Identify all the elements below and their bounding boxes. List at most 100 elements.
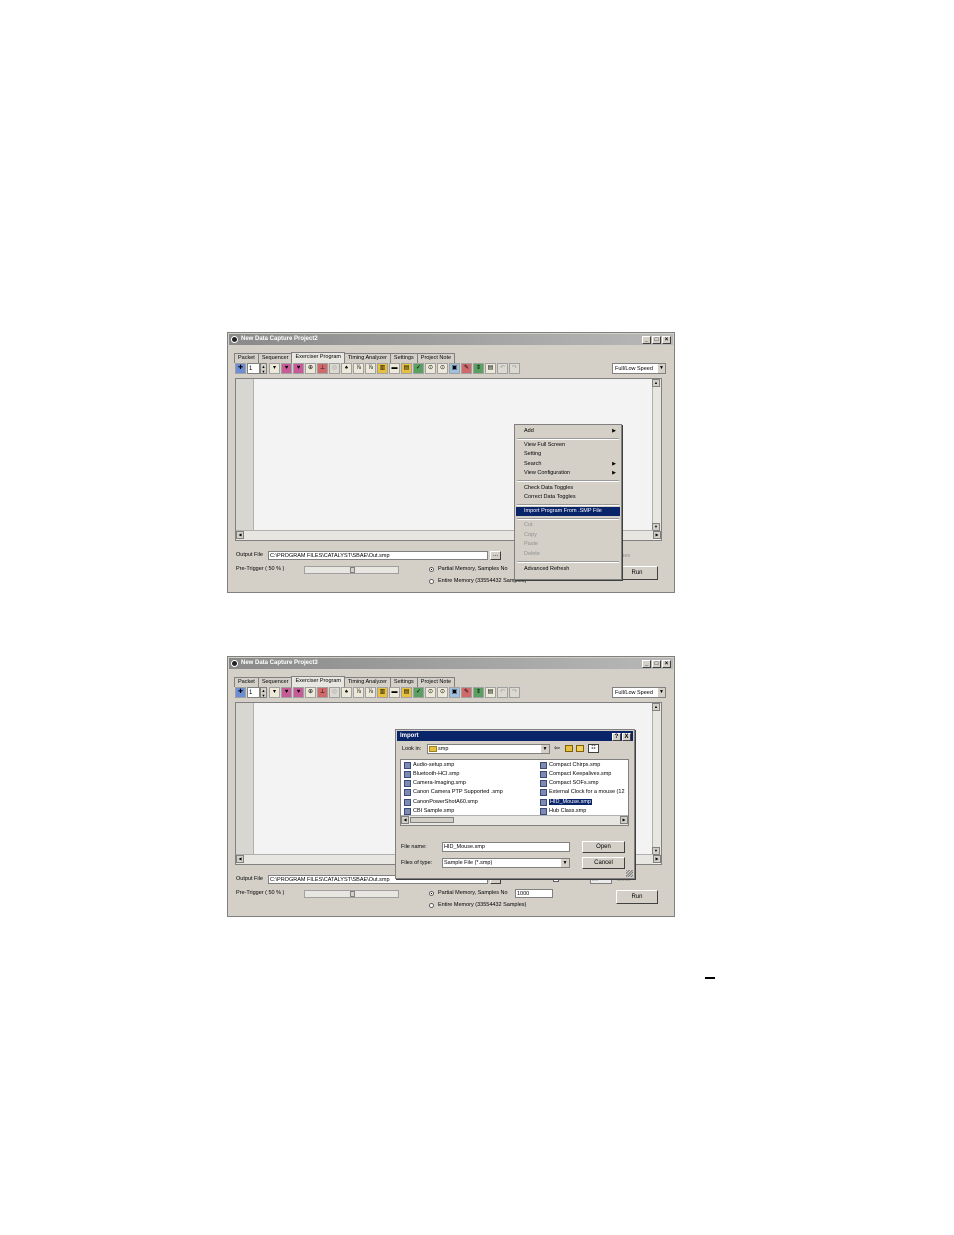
- file-item[interactable]: External Clock for a mouse (12: [539, 788, 625, 797]
- file-list-scrollbar[interactable]: ◀ ▶: [401, 815, 628, 825]
- pre-trigger-slider[interactable]: [304, 566, 399, 574]
- menu-item-cut[interactable]: Cut: [516, 521, 620, 530]
- data-icon[interactable]: ♥: [293, 363, 304, 374]
- find-icon[interactable]: ♠: [341, 363, 352, 374]
- tab-exerciser-program[interactable]: Exerciser Program: [291, 676, 345, 687]
- menu-item-search[interactable]: Search ▶: [516, 460, 620, 469]
- scroll-left-icon[interactable]: ◀: [401, 816, 409, 824]
- vertical-scrollbar[interactable]: ▲ ▼: [652, 703, 661, 855]
- folder-open-icon[interactable]: ▬: [389, 363, 400, 374]
- redo-icon[interactable]: ↷: [509, 363, 520, 374]
- file-item-selected[interactable]: HID_Mouse.smp: [539, 798, 592, 807]
- close-icon[interactable]: X: [622, 733, 631, 741]
- report-icon[interactable]: ▤: [485, 363, 496, 374]
- minimize-icon[interactable]: _: [642, 336, 651, 344]
- cancel-button[interactable]: Cancel: [582, 857, 625, 869]
- reset-icon[interactable]: ⊥: [317, 687, 328, 698]
- file-list[interactable]: Audio-setup.smp Bluetooth-HCI.smp Camera…: [400, 759, 629, 826]
- token-icon[interactable]: ♥: [281, 687, 292, 698]
- zoom-in-icon[interactable]: ⊙: [425, 687, 436, 698]
- report-icon[interactable]: ▤: [485, 687, 496, 698]
- speed-select[interactable]: Full/Low Speed ▼: [612, 687, 666, 698]
- count-spinner[interactable]: 1: [247, 363, 260, 374]
- menu-item-import-program[interactable]: Import Program From .SMP File: [516, 507, 620, 516]
- find-icon[interactable]: ♠: [341, 687, 352, 698]
- resize-grip-icon[interactable]: [626, 870, 633, 877]
- entire-memory-radio[interactable]: [429, 903, 434, 908]
- tab-packet[interactable]: Packet: [234, 677, 259, 687]
- scroll-thumb[interactable]: [410, 817, 454, 823]
- data-icon[interactable]: ♥: [293, 687, 304, 698]
- file-item[interactable]: Compact SOFs.smp: [539, 779, 599, 788]
- script-icon[interactable]: ▤: [401, 687, 412, 698]
- tab-project-note[interactable]: Project Note: [416, 677, 456, 687]
- window-icon[interactable]: ▣: [449, 687, 460, 698]
- help-icon[interactable]: ?: [612, 733, 621, 741]
- window-icon[interactable]: ▣: [449, 363, 460, 374]
- scroll-down-icon[interactable]: ▼: [652, 847, 660, 855]
- file-item[interactable]: CanonPowerShotA60.smp: [403, 798, 478, 807]
- menu-item-add[interactable]: Add ▶: [516, 427, 620, 436]
- handshake-icon[interactable]: ⊕: [305, 363, 316, 374]
- run-button[interactable]: Run: [616, 890, 658, 904]
- tab-timing-analyzer[interactable]: Timing Analyzer: [343, 677, 391, 687]
- zoom-out-icon[interactable]: ⊙: [437, 687, 448, 698]
- scroll-down-icon[interactable]: ▼: [652, 523, 660, 531]
- up-folder-icon[interactable]: [565, 745, 573, 752]
- close-icon[interactable]: ×: [662, 336, 671, 344]
- reset-icon[interactable]: ⊥: [317, 363, 328, 374]
- scroll-right-icon[interactable]: ▶: [653, 531, 661, 539]
- back-icon[interactable]: ⇦: [554, 744, 560, 754]
- files-of-type-select[interactable]: Sample File (*.smp) ▼: [442, 858, 570, 868]
- tab-packet[interactable]: Packet: [234, 353, 259, 363]
- undo-icon[interactable]: ↶: [497, 687, 508, 698]
- slider-thumb[interactable]: [350, 891, 355, 897]
- vertical-scrollbar[interactable]: ▲ ▼: [652, 379, 661, 531]
- tab-sequencer[interactable]: Sequencer: [257, 353, 293, 363]
- maximize-icon[interactable]: □: [652, 660, 661, 668]
- maximize-icon[interactable]: □: [652, 336, 661, 344]
- close-icon[interactable]: ×: [662, 660, 671, 668]
- move-down-icon[interactable]: ▾: [269, 363, 280, 374]
- book-icon[interactable]: ▥: [377, 687, 388, 698]
- scroll-left-icon[interactable]: ◀: [236, 855, 244, 863]
- script-icon[interactable]: ▤: [401, 363, 412, 374]
- suspend-icon[interactable]: ◎: [329, 363, 340, 374]
- tab-settings[interactable]: Settings: [389, 353, 418, 363]
- undo-icon[interactable]: ↶: [497, 363, 508, 374]
- minimize-icon[interactable]: _: [642, 660, 651, 668]
- toggle-icon-b[interactable]: ⅞: [365, 687, 376, 698]
- tab-sequencer[interactable]: Sequencer: [257, 677, 293, 687]
- partial-memory-radio[interactable]: [429, 567, 434, 572]
- menu-item-delete[interactable]: Delete: [516, 550, 620, 559]
- scroll-left-icon[interactable]: ◀: [236, 531, 244, 539]
- download-icon[interactable]: ⇕: [473, 363, 484, 374]
- spinner-arrows-icon[interactable]: ▲ ▼: [260, 687, 267, 698]
- open-button[interactable]: Open: [582, 841, 625, 853]
- scroll-up-icon[interactable]: ▲: [652, 379, 660, 387]
- toggle-icon-b[interactable]: ⅞: [365, 363, 376, 374]
- menu-item-correct-data-toggles[interactable]: Correct Data Toggles: [516, 493, 620, 502]
- scroll-right-icon[interactable]: ▶: [653, 855, 661, 863]
- slider-thumb[interactable]: [350, 567, 355, 573]
- tab-settings[interactable]: Settings: [389, 677, 418, 687]
- file-item[interactable]: Compact Chirps.smp: [539, 761, 600, 770]
- menu-item-check-data-toggles[interactable]: Check Data Toggles: [516, 484, 620, 493]
- wrench-icon[interactable]: ✎: [461, 363, 472, 374]
- tab-project-note[interactable]: Project Note: [416, 353, 456, 363]
- check-icon[interactable]: ✓: [413, 687, 424, 698]
- add-item-icon[interactable]: ✚: [235, 363, 246, 374]
- menu-item-paste[interactable]: Paste: [516, 540, 620, 549]
- token-icon[interactable]: ♥: [281, 363, 292, 374]
- check-icon[interactable]: ✓: [413, 363, 424, 374]
- pre-trigger-slider[interactable]: [304, 890, 399, 898]
- look-in-select[interactable]: smp ▼: [427, 744, 550, 754]
- menu-item-view-full-screen[interactable]: View Full Screen: [516, 441, 620, 450]
- spinner-arrows-icon[interactable]: ▲ ▼: [260, 363, 267, 374]
- tab-exerciser-program[interactable]: Exerciser Program: [291, 352, 345, 363]
- browse-button[interactable]: ...: [490, 551, 501, 560]
- move-down-icon[interactable]: ▾: [269, 687, 280, 698]
- handshake-icon[interactable]: ⊕: [305, 687, 316, 698]
- dialog-title-bar[interactable]: Import ? X: [397, 731, 633, 741]
- entire-memory-radio[interactable]: [429, 579, 434, 584]
